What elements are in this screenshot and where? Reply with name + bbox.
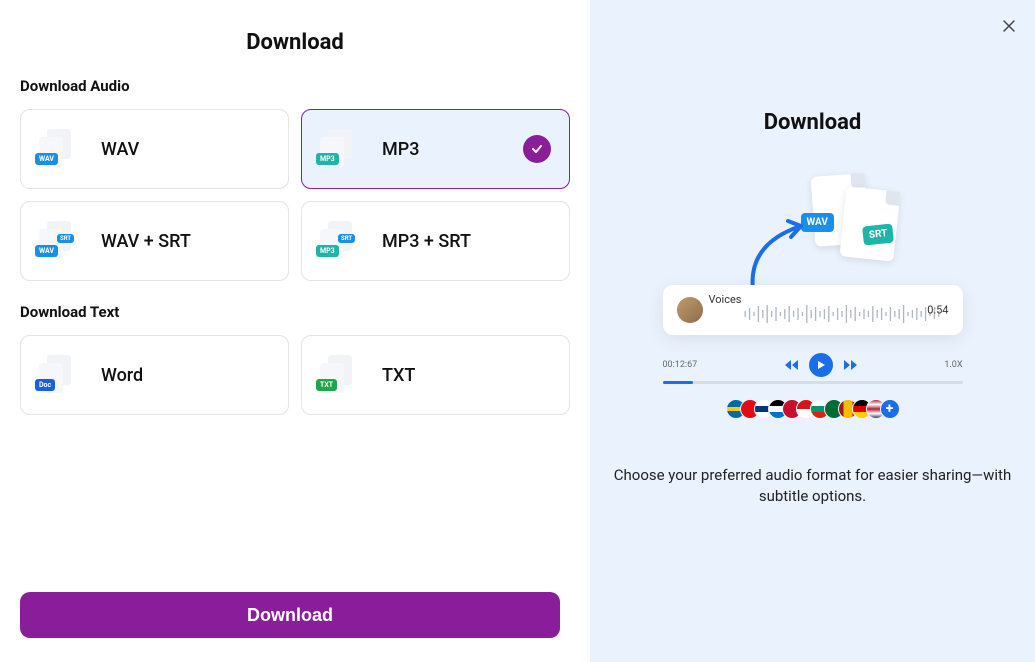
progress-bar[interactable] xyxy=(663,381,963,384)
option-wav[interactable]: WAV WAV xyxy=(20,109,289,189)
wav-file-icon: WAV xyxy=(39,129,79,169)
voices-label: Voices xyxy=(709,293,742,306)
srt-badge: SRT xyxy=(862,223,894,245)
voices-card: Voices 0:54 xyxy=(663,285,963,335)
section-label-text: Download Text xyxy=(20,303,570,321)
language-flags: + xyxy=(663,399,963,419)
play-button[interactable] xyxy=(809,353,833,377)
option-label: Word xyxy=(101,365,143,386)
duration-text: 0:54 xyxy=(927,304,948,317)
close-icon[interactable] xyxy=(1001,18,1017,38)
speed-text: 1.0X xyxy=(944,360,962,370)
download-button[interactable]: Download xyxy=(20,592,560,638)
wav-srt-file-icon: SRTWAV xyxy=(39,221,79,261)
section-label-audio: Download Audio xyxy=(20,77,570,95)
rewind-icon[interactable] xyxy=(785,359,799,371)
option-label: MP3 + SRT xyxy=(382,231,471,252)
option-label: WAV xyxy=(101,139,139,160)
arrow-icon xyxy=(743,215,813,295)
forward-icon[interactable] xyxy=(843,359,857,371)
option-label: WAV + SRT xyxy=(101,231,191,252)
mp3-srt-file-icon: SRTMP3 xyxy=(320,221,360,261)
option-label: MP3 xyxy=(382,139,419,160)
more-languages-icon[interactable]: + xyxy=(880,399,900,419)
txt-file-icon: TXT xyxy=(320,355,360,395)
waveform-icon xyxy=(743,303,941,325)
checkmark-icon xyxy=(523,135,551,163)
preview-title: Download xyxy=(764,110,862,135)
page-title: Download xyxy=(20,30,570,55)
mp3-file-icon: MP3 xyxy=(320,129,360,169)
option-label: TXT xyxy=(382,365,415,386)
timestamp-text: 00:12:67 xyxy=(663,360,698,370)
word-file-icon: Doc xyxy=(39,355,79,395)
option-mp3[interactable]: MP3 MP3 xyxy=(301,109,570,189)
option-wav-srt[interactable]: SRTWAV WAV + SRT xyxy=(20,201,289,281)
preview-illustration: WAV SRT Voices 0:54 00:12:67 xyxy=(663,175,963,435)
option-word[interactable]: Doc Word xyxy=(20,335,289,415)
option-mp3-srt[interactable]: SRTMP3 MP3 + SRT xyxy=(301,201,570,281)
option-txt[interactable]: TXT TXT xyxy=(301,335,570,415)
avatar xyxy=(677,297,703,323)
description-text: Choose your preferred audio format for e… xyxy=(613,465,1013,507)
